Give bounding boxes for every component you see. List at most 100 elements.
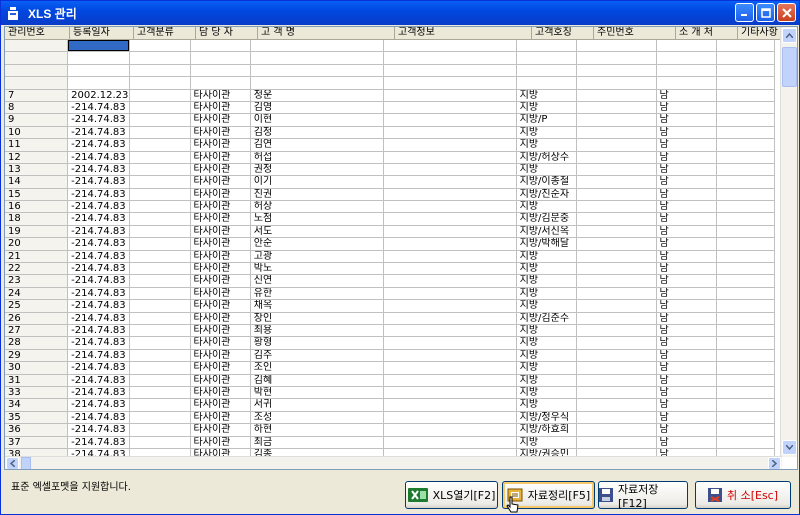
- table-cell[interactable]: 타사이관: [190, 411, 251, 425]
- vertical-scrollbar[interactable]: [780, 27, 797, 457]
- table-row[interactable]: 8 -214.74.83 타사이관 김영 지방 남: [5, 101, 776, 115]
- table-cell[interactable]: 타사이관: [190, 213, 251, 226]
- table-cell[interactable]: 타사이관: [190, 101, 251, 115]
- table-cell[interactable]: [68, 64, 131, 78]
- table-cell[interactable]: [383, 287, 517, 301]
- table-cell[interactable]: 타사이관: [190, 176, 251, 189]
- close-button[interactable]: [777, 3, 796, 22]
- table-cell[interactable]: [250, 77, 384, 90]
- column-header[interactable]: 고객분류: [134, 27, 196, 40]
- minimize-button[interactable]: [735, 3, 754, 22]
- table-cell[interactable]: [130, 89, 191, 102]
- table-cell[interactable]: [716, 188, 776, 202]
- table-cell[interactable]: 조성: [250, 411, 384, 425]
- table-cell[interactable]: -214.74.83: [68, 362, 131, 375]
- table-cell[interactable]: 타사이관: [190, 287, 251, 301]
- table-cell[interactable]: 타사이관: [190, 151, 251, 164]
- table-cell[interactable]: -214.74.83: [68, 300, 131, 313]
- table-cell[interactable]: [5, 52, 69, 65]
- table-cell[interactable]: [383, 238, 517, 251]
- table-cell[interactable]: 조인: [250, 362, 384, 375]
- table-cell[interactable]: 타사이관: [190, 250, 251, 264]
- table-cell[interactable]: 타사이관: [190, 386, 251, 400]
- table-cell[interactable]: 타사이관: [190, 225, 251, 239]
- table-cell[interactable]: 남: [656, 176, 717, 189]
- table-cell[interactable]: 남: [656, 163, 717, 177]
- table-cell[interactable]: 26: [5, 312, 69, 325]
- table-cell[interactable]: 남: [656, 213, 717, 226]
- table-cell[interactable]: [576, 275, 657, 288]
- table-cell[interactable]: [716, 89, 776, 102]
- table-row[interactable]: 11 -214.74.83 타사이관 김연 지방 남: [5, 139, 776, 152]
- table-cell[interactable]: 29: [5, 349, 69, 363]
- table-cell[interactable]: [716, 163, 776, 177]
- table-row[interactable]: 26 -214.74.83 타사이관 장인 지방/김준수 남: [5, 312, 776, 325]
- table-cell[interactable]: 김정: [250, 126, 384, 140]
- table-cell[interactable]: [576, 40, 657, 53]
- table-cell[interactable]: 18: [5, 213, 69, 226]
- table-cell[interactable]: [383, 163, 517, 177]
- table-cell[interactable]: 지방: [516, 300, 577, 313]
- table-cell[interactable]: [383, 188, 517, 202]
- table-cell[interactable]: [130, 201, 191, 214]
- table-cell[interactable]: [5, 40, 69, 53]
- table-cell[interactable]: 타사이관: [190, 362, 251, 375]
- table-cell[interactable]: -214.74.83: [68, 424, 131, 437]
- table-cell[interactable]: [383, 89, 517, 102]
- table-cell[interactable]: [383, 77, 517, 90]
- table-cell[interactable]: [68, 40, 131, 53]
- table-cell[interactable]: [190, 52, 251, 65]
- table-cell[interactable]: [576, 263, 657, 276]
- table-cell[interactable]: 35: [5, 411, 69, 425]
- column-header[interactable]: 소 개 처: [676, 27, 738, 40]
- table-cell[interactable]: 지방: [516, 374, 577, 387]
- table-cell[interactable]: [576, 126, 657, 140]
- table-cell[interactable]: [576, 312, 657, 325]
- table-cell[interactable]: [130, 139, 191, 152]
- table-cell[interactable]: [130, 225, 191, 239]
- table-cell[interactable]: [716, 337, 776, 350]
- table-cell[interactable]: [576, 89, 657, 102]
- table-cell[interactable]: [576, 250, 657, 264]
- table-cell[interactable]: -214.74.83: [68, 188, 131, 202]
- table-cell[interactable]: 31: [5, 374, 69, 387]
- table-cell[interactable]: [716, 52, 776, 65]
- table-cell[interactable]: 타사이관: [190, 263, 251, 276]
- table-cell[interactable]: 21: [5, 250, 69, 264]
- table-cell[interactable]: [576, 362, 657, 375]
- table-cell[interactable]: 지방: [516, 287, 577, 301]
- table-cell[interactable]: [5, 77, 69, 90]
- table-cell[interactable]: [576, 101, 657, 115]
- table-cell[interactable]: 허섭: [250, 151, 384, 164]
- table-cell[interactable]: [576, 337, 657, 350]
- table-cell[interactable]: [716, 77, 776, 90]
- table-cell[interactable]: [576, 213, 657, 226]
- table-cell[interactable]: [716, 287, 776, 301]
- table-cell[interactable]: 정운: [250, 89, 384, 102]
- table-row[interactable]: 24 -214.74.83 타사이관 유한 지방 남: [5, 287, 776, 301]
- table-cell[interactable]: [383, 349, 517, 363]
- table-cell[interactable]: 이현: [250, 114, 384, 127]
- table-row[interactable]: 10 -214.74.83 타사이관 김정 지방 남: [5, 126, 776, 140]
- scroll-down-button[interactable]: [782, 440, 797, 455]
- table-cell[interactable]: [716, 126, 776, 140]
- table-row[interactable]: 14 -214.74.83 타사이관 이기 지방/이종철 남: [5, 176, 776, 189]
- table-cell[interactable]: 19: [5, 225, 69, 239]
- table-cell[interactable]: [250, 64, 384, 78]
- table-cell[interactable]: 유한: [250, 287, 384, 301]
- table-cell[interactable]: 타사이관: [190, 349, 251, 363]
- table-cell[interactable]: [383, 399, 517, 412]
- table-cell[interactable]: -214.74.83: [68, 213, 131, 226]
- table-cell[interactable]: 타사이관: [190, 399, 251, 412]
- table-cell[interactable]: [383, 337, 517, 350]
- table-cell[interactable]: 이기: [250, 176, 384, 189]
- table-cell[interactable]: [130, 436, 191, 449]
- table-cell[interactable]: [383, 324, 517, 338]
- table-cell[interactable]: 남: [656, 312, 717, 325]
- table-cell[interactable]: 남: [656, 151, 717, 164]
- table-cell[interactable]: 13: [5, 163, 69, 177]
- table-cell[interactable]: [383, 176, 517, 189]
- table-row[interactable]: [5, 40, 776, 53]
- table-cell[interactable]: 지방: [516, 349, 577, 363]
- table-cell[interactable]: 남: [656, 399, 717, 412]
